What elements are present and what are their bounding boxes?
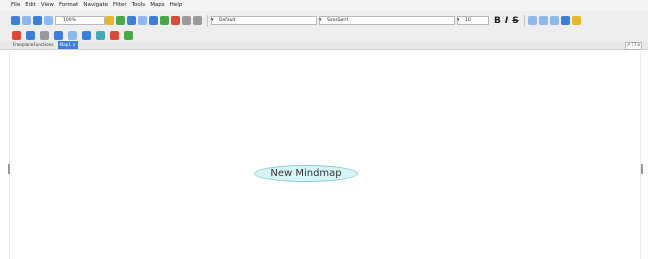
unfold-icon[interactable] [182,16,191,25]
arrow-link-icon[interactable] [12,31,21,40]
chevron-down-icon: ▾ [457,17,460,23]
menu-view[interactable]: View [41,0,54,11]
back-icon[interactable] [11,16,20,25]
tab-label: Map1 [59,42,72,47]
chevron-down-icon: ▾ [211,17,214,23]
node-color-icon[interactable] [560,16,570,25]
font-size-value: 10 [465,18,471,23]
marker-icon[interactable] [110,31,119,40]
sibling-node-icon[interactable] [149,16,158,25]
left-splitter-handle[interactable] [8,164,11,174]
menu-maps[interactable]: Maps [150,0,164,11]
undo-icon[interactable] [116,16,125,25]
child-node-icon[interactable] [138,16,147,25]
right-splitter-handle[interactable] [640,164,643,174]
menu-edit[interactable]: Edit [25,0,36,11]
menu-tools[interactable]: Tools [132,0,146,11]
root-node-text: New Mindmap [270,168,342,179]
navigate-down-icon[interactable] [96,31,105,40]
connector-icon[interactable] [26,31,35,40]
menu-format[interactable]: Format [59,0,78,11]
secondary-toolbar [0,30,648,41]
map-canvas[interactable] [9,51,641,259]
navigate-up-icon[interactable] [82,31,91,40]
forward-icon[interactable] [22,16,31,25]
chevron-down-icon: ▾ [319,17,322,23]
italic-button[interactable]: I [505,16,508,26]
background-color-icon[interactable] [571,16,581,25]
attribute-icon[interactable] [40,31,49,40]
cloud-icon[interactable] [160,16,169,25]
font-family-select[interactable]: ▾ SansSerif [319,16,455,25]
align-left-icon[interactable] [527,16,537,25]
window-controls[interactable]: ↗ ❐ x [624,42,642,50]
font-size-select[interactable]: ▾ 10 [457,16,489,25]
strikethrough-button[interactable]: S [512,16,518,26]
close-icon[interactable]: x [73,42,75,47]
tab-label: FreeplaneFunctions [13,42,54,47]
font-family-value: SansSerif [327,18,349,23]
bold-button[interactable]: B [494,16,501,26]
zoom-select[interactable]: 100% [55,16,105,25]
node-icon[interactable] [127,16,136,25]
tag-icon[interactable] [124,31,133,40]
main-toolbar: 100% ▾ Default ▾ SansSerif ▾ 10 B I S [0,11,648,30]
menu-navigate[interactable]: Navigate [83,0,108,11]
tab-map1[interactable]: Map1 x [57,41,78,49]
save-icon[interactable] [105,16,114,25]
new-map-icon[interactable] [33,16,42,25]
open-map-icon[interactable] [44,16,53,25]
toolbar-separator [523,14,525,27]
style-select[interactable]: ▾ Default [211,16,317,25]
map-tab-bar: FreeplaneFunctions Map1 x [0,41,648,50]
filter-icon[interactable] [54,31,63,40]
tab-freeplane-functions[interactable]: FreeplaneFunctions [11,41,56,49]
search-icon[interactable] [68,31,77,40]
toolbar-separator [207,14,208,27]
align-center-icon[interactable] [538,16,548,25]
fold-icon[interactable] [193,16,202,25]
root-node[interactable]: New Mindmap [254,165,358,182]
menu-file[interactable]: File [11,0,20,11]
zoom-value: 100% [63,18,76,23]
style-value: Default [219,18,236,23]
delete-node-icon[interactable] [171,16,180,25]
menu-help[interactable]: Help [170,0,183,11]
align-right-icon[interactable] [549,16,559,25]
menu-bar: File Edit View Format Navigate Filter To… [0,0,648,11]
menu-filter[interactable]: Filter [113,0,127,11]
